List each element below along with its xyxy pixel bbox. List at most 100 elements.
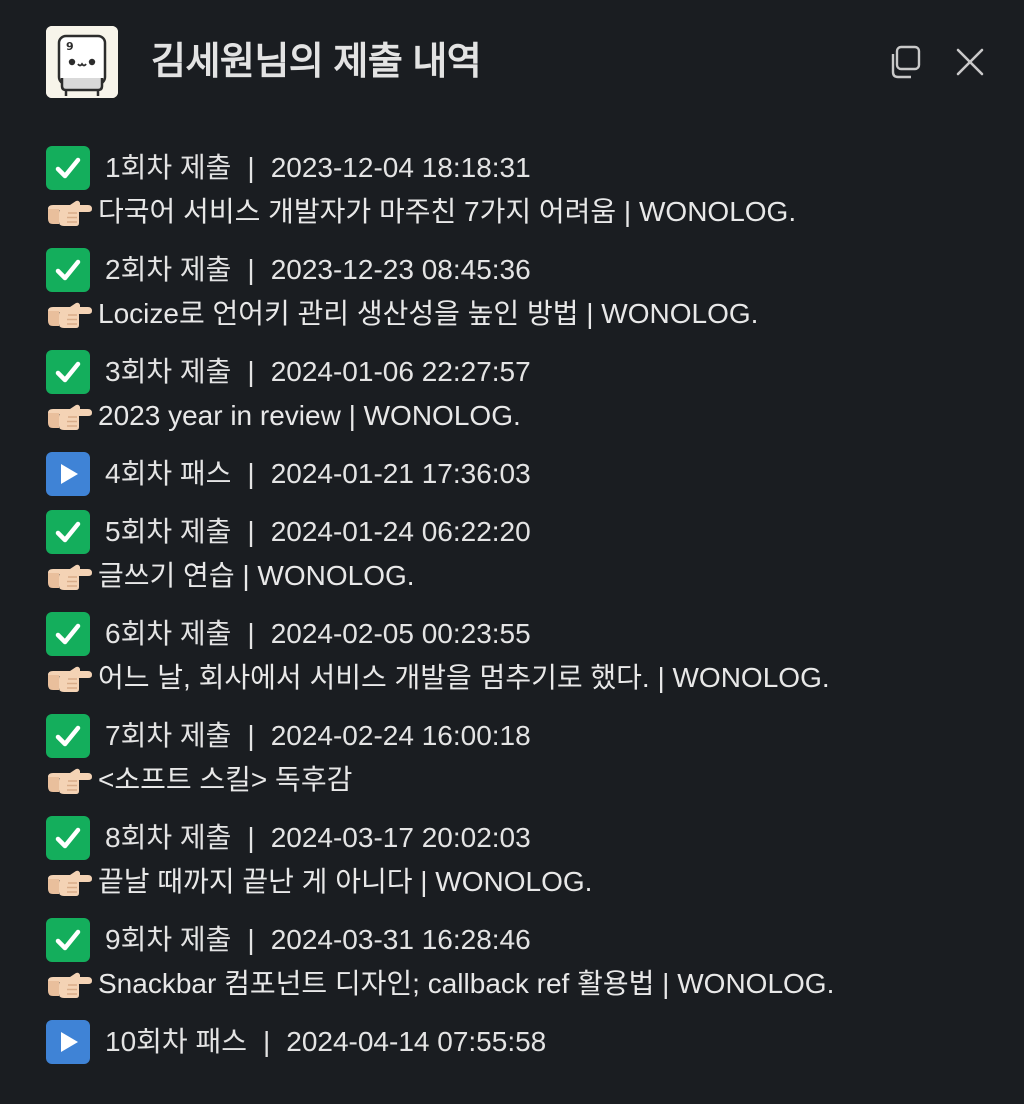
submission-status-row: 4회차 패스 | 2024-01-21 17:36:03 [46, 452, 1006, 496]
submission-meta: 9회차 제출 | 2024-03-31 16:28:46 [105, 918, 531, 962]
logo-badge-text: 9 [66, 40, 74, 53]
separator: | [247, 254, 255, 285]
submission-meta: 3회차 제출 | 2024-01-06 22:27:57 [105, 350, 531, 394]
submission-status-row: 8회차 제출 | 2024-03-17 20:02:03 [46, 816, 1006, 860]
dialog-title: 김세원님의 제출 내역 [151, 41, 482, 83]
pointing-hand-icon [46, 660, 92, 696]
separator: | [247, 458, 255, 489]
round-label: 4회차 패스 [105, 458, 232, 489]
copy-button[interactable] [882, 40, 926, 84]
submission-link-row: 2023 year in review | WONOLOG. [46, 394, 1006, 438]
round-label: 3회차 제출 [105, 356, 232, 387]
submission-status-row: 6회차 제출 | 2024-02-05 00:23:55 [46, 612, 1006, 656]
submission-link[interactable]: 2023 year in review | WONOLOG. [98, 394, 521, 438]
submission-status-row: 2회차 제출 | 2023-12-23 08:45:36 [46, 248, 1006, 292]
pointing-hand-icon [46, 194, 92, 230]
submission-link[interactable]: 어느 날, 회사에서 서비스 개발을 멈추기로 했다. | WONOLOG. [98, 656, 830, 700]
separator: | [247, 924, 255, 955]
keycap-mascot-icon: 9 [46, 26, 118, 98]
close-button[interactable] [948, 40, 992, 84]
submission-link[interactable]: 다국어 서비스 개발자가 마주친 7가지 어려움 | WONOLOG. [98, 190, 796, 234]
submission-link[interactable]: 끝날 때까지 끝난 게 아니다 | WONOLOG. [98, 860, 592, 904]
check-mark-icon [46, 510, 90, 554]
submission-link[interactable]: <소프트 스킬> 독후감 [98, 758, 352, 802]
submission-link-row: 어느 날, 회사에서 서비스 개발을 멈추기로 했다. | WONOLOG. [46, 656, 1006, 700]
close-icon [956, 48, 984, 76]
submission-link-row: 끝날 때까지 끝난 게 아니다 | WONOLOG. [46, 860, 1006, 904]
app-logo: 9 [46, 26, 118, 98]
timestamp: 2024-01-21 17:36:03 [270, 458, 531, 489]
submission-link-row: Locize로 언어키 관리 생산성을 높인 방법 | WONOLOG. [46, 292, 1006, 336]
submission-meta: 4회차 패스 | 2024-01-21 17:36:03 [105, 452, 531, 496]
pointing-hand-icon [46, 398, 92, 434]
submission-link[interactable]: Locize로 언어키 관리 생산성을 높인 방법 | WONOLOG. [98, 292, 758, 336]
submission-link[interactable]: 글쓰기 연습 | WONOLOG. [98, 554, 415, 598]
dialog-header: 9 김세원님의 제출 내역 [0, 0, 1024, 124]
play-button-icon [46, 452, 90, 496]
pointing-hand-icon [46, 296, 92, 332]
pointing-hand-icon [46, 864, 92, 900]
copy-icon [891, 45, 921, 79]
submission-entry: 8회차 제출 | 2024-03-17 20:02:03 끝날 때까지 끝난 게 아… [46, 816, 1006, 904]
submission-status-row: 1회차 제출 | 2023-12-04 18:18:31 [46, 146, 1006, 190]
submission-status-row: 5회차 제출 | 2024-01-24 06:22:20 [46, 510, 1006, 554]
timestamp: 2024-02-05 00:23:55 [270, 618, 531, 649]
check-mark-icon [46, 350, 90, 394]
check-mark-icon [46, 248, 90, 292]
round-label: 1회차 제출 [105, 152, 232, 183]
submission-meta: 10회차 패스 | 2024-04-14 07:55:58 [105, 1020, 546, 1064]
submission-meta: 2회차 제출 | 2023-12-23 08:45:36 [105, 248, 531, 292]
round-label: 8회차 제출 [105, 822, 232, 853]
submission-list: 1회차 제출 | 2023-12-04 18:18:31 다국어 서비스 개발자가 … [46, 146, 1006, 1078]
pointing-hand-icon [46, 762, 92, 798]
submission-link-row: 글쓰기 연습 | WONOLOG. [46, 554, 1006, 598]
timestamp: 2024-04-14 07:55:58 [286, 1026, 547, 1057]
submission-meta: 6회차 제출 | 2024-02-05 00:23:55 [105, 612, 531, 656]
timestamp: 2024-02-24 16:00:18 [270, 720, 531, 751]
timestamp: 2024-01-06 22:27:57 [270, 356, 531, 387]
separator: | [247, 618, 255, 649]
submission-entry: 6회차 제출 | 2024-02-05 00:23:55 어느 날, 회사에서 서비… [46, 612, 1006, 700]
separator: | [247, 822, 255, 853]
submission-entry: 1회차 제출 | 2023-12-04 18:18:31 다국어 서비스 개발자가 … [46, 146, 1006, 234]
separator: | [247, 152, 255, 183]
round-label: 10회차 패스 [105, 1026, 247, 1057]
submission-link-row: <소프트 스킬> 독후감 [46, 758, 1006, 802]
submission-entry: 7회차 제출 | 2024-02-24 16:00:18 <소프트 스킬> 독후감 [46, 714, 1006, 802]
submission-link-row: Snackbar 컴포넌트 디자인; callback ref 활용법 | WO… [46, 962, 1006, 1006]
submission-entry: 2회차 제출 | 2023-12-23 08:45:36 Locize로 언어키 관… [46, 248, 1006, 336]
check-mark-icon [46, 612, 90, 656]
check-mark-icon [46, 816, 90, 860]
timestamp: 2024-03-31 16:28:46 [270, 924, 531, 955]
check-mark-icon [46, 918, 90, 962]
submission-status-row: 10회차 패스 | 2024-04-14 07:55:58 [46, 1020, 1006, 1064]
check-mark-icon [46, 146, 90, 190]
submission-link-row: 다국어 서비스 개발자가 마주친 7가지 어려움 | WONOLOG. [46, 190, 1006, 234]
submission-status-row: 7회차 제출 | 2024-02-24 16:00:18 [46, 714, 1006, 758]
submission-entry: 5회차 제출 | 2024-01-24 06:22:20 글쓰기 연습 | WONO… [46, 510, 1006, 598]
round-label: 9회차 제출 [105, 924, 232, 955]
submission-meta: 5회차 제출 | 2024-01-24 06:22:20 [105, 510, 531, 554]
play-button-icon [46, 1020, 90, 1064]
separator: | [247, 356, 255, 387]
submission-entry: 4회차 패스 | 2024-01-21 17:36:03 [46, 452, 1006, 496]
pointing-hand-icon [46, 966, 92, 1002]
timestamp: 2024-03-17 20:02:03 [270, 822, 531, 853]
round-label: 6회차 제출 [105, 618, 232, 649]
separator: | [247, 720, 255, 751]
separator: | [247, 516, 255, 547]
timestamp: 2024-01-24 06:22:20 [270, 516, 531, 547]
timestamp: 2023-12-23 08:45:36 [270, 254, 531, 285]
round-label: 5회차 제출 [105, 516, 232, 547]
check-mark-icon [46, 714, 90, 758]
round-label: 2회차 제출 [105, 254, 232, 285]
submission-entry: 3회차 제출 | 2024-01-06 22:27:57 2023 year in … [46, 350, 1006, 438]
submission-status-row: 3회차 제출 | 2024-01-06 22:27:57 [46, 350, 1006, 394]
submission-status-row: 9회차 제출 | 2024-03-31 16:28:46 [46, 918, 1006, 962]
submission-entry: 9회차 제출 | 2024-03-31 16:28:46 Snackbar 컴포넌트… [46, 918, 1006, 1006]
timestamp: 2023-12-04 18:18:31 [270, 152, 531, 183]
submission-entry: 10회차 패스 | 2024-04-14 07:55:58 [46, 1020, 1006, 1064]
submission-link[interactable]: Snackbar 컴포넌트 디자인; callback ref 활용법 | WO… [98, 962, 834, 1006]
submission-meta: 8회차 제출 | 2024-03-17 20:02:03 [105, 816, 531, 860]
pointing-hand-icon [46, 558, 92, 594]
